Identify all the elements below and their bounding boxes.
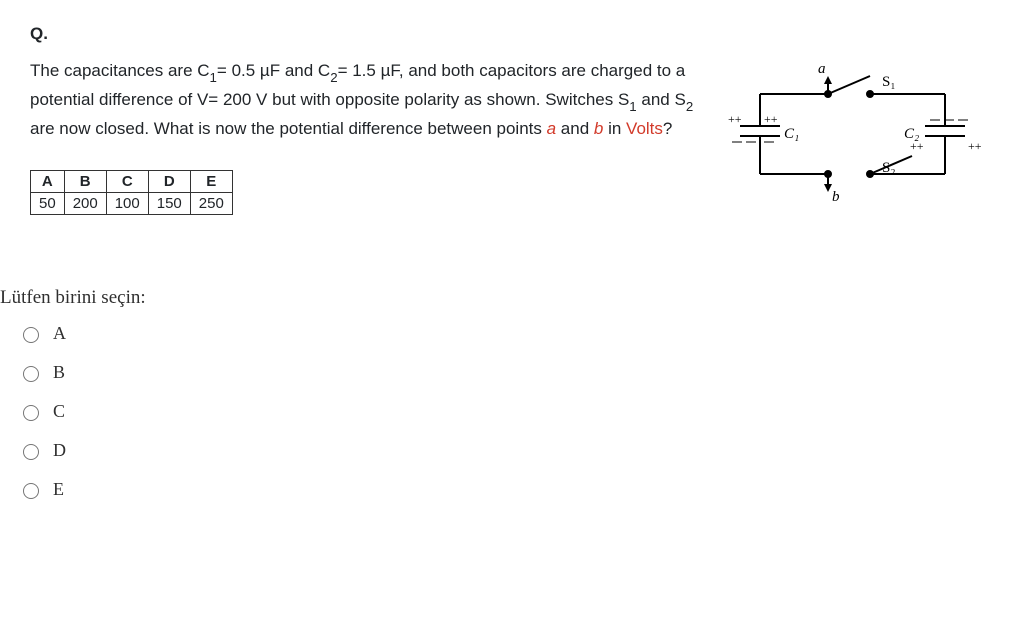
table-header: B	[64, 171, 106, 193]
point-a: a	[547, 119, 556, 138]
table-cell: 50	[31, 193, 65, 215]
c1-label: C₁	[784, 126, 799, 142]
table-row: A B C D E	[31, 171, 233, 193]
question-label: Q.	[30, 24, 700, 44]
table-cell: 150	[148, 193, 190, 215]
table-header: D	[148, 171, 190, 193]
table-cell: 100	[106, 193, 148, 215]
options-group: A B C D E	[18, 323, 1012, 500]
prompt-part: = 0.5 µF and C	[217, 61, 330, 80]
subscript: 2	[330, 70, 337, 85]
page: Q. The capacitances are C1= 0.5 µF and C…	[0, 0, 1012, 620]
option-a[interactable]: A	[18, 323, 1012, 344]
prompt-part: are now closed. What is now the potentia…	[30, 119, 547, 138]
volts-word: Volts	[626, 119, 663, 138]
prompt-part: and	[556, 119, 594, 138]
option-label: B	[53, 362, 65, 383]
option-e[interactable]: E	[18, 479, 1012, 500]
prompt-part: in	[603, 119, 626, 138]
circuit-diagram: a b S₁ S₂ C₁ C₂ ++ ++ ++ ++	[720, 54, 1000, 229]
prompt-part: ?	[663, 119, 672, 138]
question-prompt: The capacitances are C1= 0.5 µF and C2= …	[30, 58, 700, 142]
s2-label: S₂	[882, 160, 896, 176]
a-label: a	[818, 61, 826, 77]
table-header: C	[106, 171, 148, 193]
radio-a[interactable]	[23, 327, 39, 343]
radio-e[interactable]	[23, 483, 39, 499]
choose-label: Lütfen birini seçin:	[0, 287, 1012, 309]
question-text-column: Q. The capacitances are C1= 0.5 µF and C…	[30, 24, 700, 215]
b-label: b	[832, 189, 840, 205]
table-header: A	[31, 171, 65, 193]
radio-c[interactable]	[23, 405, 39, 421]
option-label: A	[53, 323, 66, 344]
subscript: 1	[210, 70, 217, 85]
prompt-part: and S	[637, 90, 686, 109]
table-header: E	[190, 171, 232, 193]
plus-mark: ++	[910, 139, 924, 153]
table-cell: 200	[64, 193, 106, 215]
radio-b[interactable]	[23, 366, 39, 382]
plus-mark: ++	[968, 139, 982, 153]
point-b: b	[594, 119, 603, 138]
radio-d[interactable]	[23, 444, 39, 460]
table-cell: 250	[190, 193, 232, 215]
plus-mark: ++	[764, 112, 778, 126]
option-d[interactable]: D	[18, 440, 1012, 461]
plus-mark: ++	[728, 112, 742, 126]
option-label: D	[53, 440, 66, 461]
table-row: 50 200 100 150 250	[31, 193, 233, 215]
subscript: 1	[629, 99, 636, 114]
answer-table: A B C D E 50 200 100 150 250	[30, 170, 233, 215]
subscript: 2	[686, 99, 693, 114]
prompt-part: The capacitances are C	[30, 61, 210, 80]
option-c[interactable]: C	[18, 401, 1012, 422]
circuit-svg: a b S₁ S₂ C₁ C₂ ++ ++ ++ ++	[720, 54, 1000, 224]
s1-label: S₁	[882, 74, 896, 90]
option-b[interactable]: B	[18, 362, 1012, 383]
question-block: Q. The capacitances are C1= 0.5 µF and C…	[30, 24, 1012, 229]
option-label: E	[53, 479, 64, 500]
option-label: C	[53, 401, 65, 422]
